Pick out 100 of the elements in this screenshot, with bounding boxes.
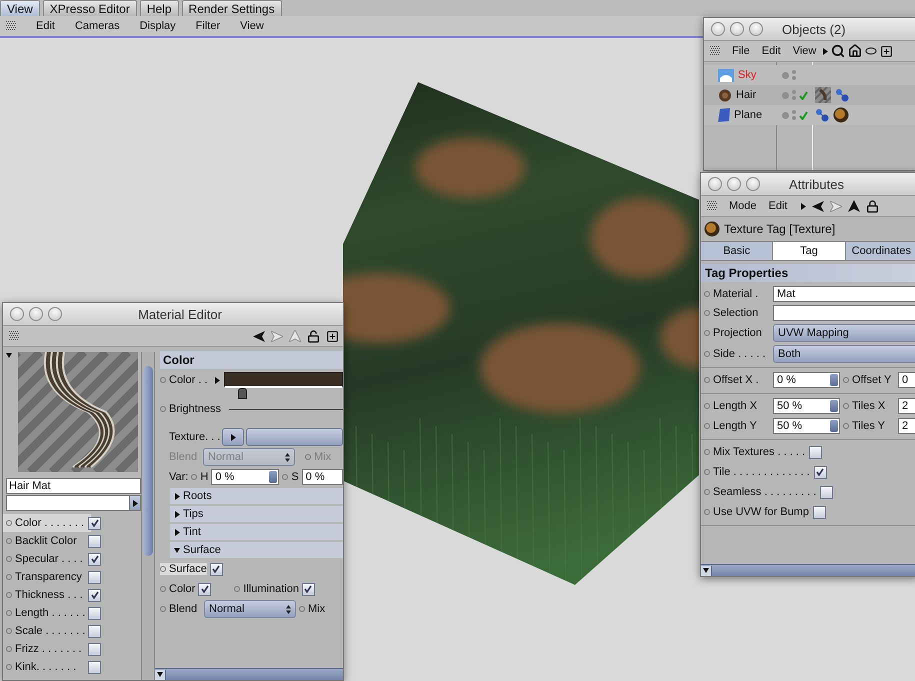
checkbox[interactable] xyxy=(812,506,826,518)
search-icon[interactable] xyxy=(831,44,846,58)
disclosure-arrow-icon[interactable] xyxy=(174,492,180,500)
object-name[interactable]: Plane xyxy=(734,109,762,121)
stepper-icon[interactable] xyxy=(830,420,838,432)
render-dots-icon[interactable] xyxy=(792,90,796,100)
group-header[interactable]: Surface xyxy=(170,542,343,558)
disclosure-arrow-icon[interactable] xyxy=(174,546,180,554)
scroll-left-icon[interactable] xyxy=(157,671,163,678)
number-field[interactable]: 0 % xyxy=(302,469,343,485)
enabled-check-icon[interactable] xyxy=(799,110,808,120)
enabled-check-icon[interactable] xyxy=(799,90,808,100)
menu-item[interactable]: View xyxy=(240,20,264,32)
text-field[interactable] xyxy=(773,304,915,320)
group-header[interactable]: Roots xyxy=(170,488,343,504)
link-arrow-icon[interactable] xyxy=(132,500,138,506)
blend-dropdown[interactable]: Normal xyxy=(204,600,296,618)
stepper-icon[interactable] xyxy=(830,400,838,412)
checkbox[interactable] xyxy=(302,582,315,596)
texture-sphere-icon[interactable] xyxy=(704,221,720,237)
channel-item[interactable]: Length . . . . . . xyxy=(3,604,141,622)
render-dots-icon[interactable] xyxy=(792,110,796,120)
number-field[interactable]: 2 xyxy=(898,418,915,434)
texture-menu-button[interactable] xyxy=(222,428,244,446)
spheres-tag-icon[interactable] xyxy=(815,108,829,122)
checkbox[interactable] xyxy=(88,606,101,620)
zoom-button[interactable] xyxy=(48,307,62,321)
horizontal-scrollbar[interactable] xyxy=(701,564,915,576)
close-button[interactable] xyxy=(711,22,725,36)
channel-item[interactable]: Thickness . . . xyxy=(3,586,141,604)
group-header[interactable]: Tint xyxy=(170,524,343,540)
attribute-tab[interactable]: Coordinates xyxy=(846,242,915,260)
texture-field[interactable] xyxy=(246,428,343,446)
view-tab[interactable]: XPresso Editor xyxy=(42,0,137,16)
close-button[interactable] xyxy=(10,307,24,321)
menu-item[interactable]: Mode xyxy=(729,200,757,212)
view-tab[interactable]: Render Settings xyxy=(182,0,282,16)
object-name[interactable]: Hair xyxy=(736,89,756,101)
vertical-scrollbar[interactable] xyxy=(141,352,155,680)
menu-item[interactable]: Cameras xyxy=(74,20,120,32)
gradient-marker-icon[interactable] xyxy=(238,388,247,398)
checkbox[interactable] xyxy=(88,660,101,674)
group-header[interactable]: Tips xyxy=(170,506,343,522)
add-icon[interactable] xyxy=(326,330,339,342)
visibility-dot-icon[interactable] xyxy=(782,72,789,78)
menu-arrow-icon[interactable] xyxy=(822,48,828,54)
menu-item[interactable]: Filter xyxy=(196,20,220,32)
close-button[interactable] xyxy=(708,177,722,191)
minimize-button[interactable] xyxy=(727,177,741,191)
checkbox[interactable] xyxy=(198,582,212,596)
minimize-button[interactable] xyxy=(29,307,43,321)
back-arrow-icon[interactable] xyxy=(812,200,824,212)
channel-item[interactable]: Specular . . . . xyxy=(3,550,141,568)
text-field[interactable]: Mat xyxy=(773,286,915,302)
view-tab[interactable]: Help xyxy=(140,0,179,16)
checkbox[interactable] xyxy=(88,552,101,566)
checkbox[interactable] xyxy=(210,562,223,576)
checkbox[interactable] xyxy=(820,486,834,498)
number-field[interactable]: 0 % xyxy=(211,469,280,485)
expand-arrow-icon[interactable] xyxy=(214,376,220,384)
checkbox[interactable] xyxy=(88,516,101,530)
lock-icon[interactable] xyxy=(866,200,878,212)
menu-item[interactable]: Edit xyxy=(762,45,781,57)
menu-item[interactable]: Display xyxy=(140,20,176,32)
view-tab[interactable]: View xyxy=(0,0,40,16)
disclosure-arrow-icon[interactable] xyxy=(174,528,180,536)
checkbox[interactable] xyxy=(809,446,822,458)
visibility-dot-icon[interactable] xyxy=(782,112,789,118)
dropdown[interactable]: UVW Mapping xyxy=(773,324,915,342)
visibility-dot-icon[interactable] xyxy=(782,92,789,98)
channel-item[interactable]: Kink. . . . . . . xyxy=(3,658,141,676)
menu-arrow-icon[interactable] xyxy=(800,202,806,210)
spheres-tag-icon[interactable] xyxy=(835,88,849,102)
up-arrow-icon[interactable] xyxy=(848,200,860,212)
number-field[interactable]: 0 % xyxy=(773,372,840,388)
zoom-button[interactable] xyxy=(746,177,760,191)
checkbox[interactable] xyxy=(88,624,101,638)
link-field[interactable] xyxy=(6,495,141,511)
forward-arrow-icon[interactable] xyxy=(830,200,842,212)
material-tag-icon[interactable] xyxy=(815,87,831,103)
checkbox[interactable] xyxy=(88,570,101,584)
minimize-button[interactable] xyxy=(730,22,744,36)
checkbox[interactable] xyxy=(88,588,101,602)
number-field[interactable]: 50 % xyxy=(773,398,840,414)
checkbox[interactable] xyxy=(814,466,827,478)
texture-sphere-icon[interactable] xyxy=(833,107,849,123)
render-dots-icon[interactable] xyxy=(792,70,796,80)
forward-arrow-icon[interactable] xyxy=(271,330,283,342)
home-icon[interactable] xyxy=(848,44,862,58)
horizontal-scrollbar[interactable] xyxy=(155,668,343,680)
disclosure-arrow-icon[interactable] xyxy=(174,510,180,518)
oval-icon[interactable] xyxy=(865,47,878,55)
attribute-tab[interactable]: Tag xyxy=(773,242,846,260)
stepper-icon[interactable] xyxy=(269,471,278,483)
number-field[interactable]: 2 xyxy=(898,398,915,414)
arrow-icon[interactable] xyxy=(230,434,236,440)
channel-item[interactable]: Transparency xyxy=(3,568,141,586)
unlock-icon[interactable] xyxy=(307,330,320,342)
menu-item[interactable]: View xyxy=(792,45,816,57)
stepper-icon[interactable] xyxy=(830,374,838,386)
